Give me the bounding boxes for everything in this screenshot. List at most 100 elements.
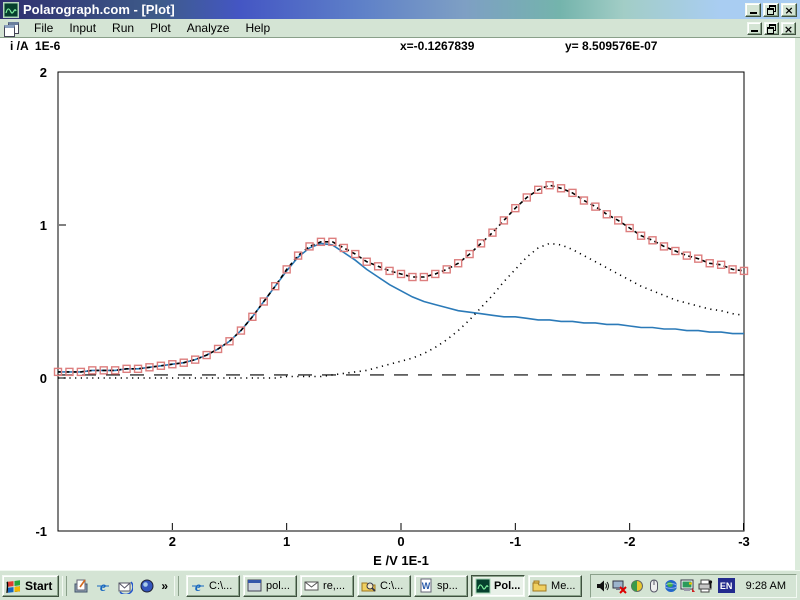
polarograph-icon [475,578,491,594]
quick-launch-media-player[interactable] [138,577,156,595]
tray-volume[interactable] [595,578,612,594]
display-icon [680,578,696,594]
outlook-express-icon [117,578,133,594]
window-edge [795,38,800,570]
svg-text:e: e [100,580,106,594]
child-minimize-button[interactable] [747,22,762,35]
menu-item-analyze[interactable]: Analyze [179,19,238,37]
task-button-label: re,... [323,580,345,592]
series-fit-total [58,185,744,372]
quick-launch-bar: e [70,577,158,595]
window-icon [247,578,263,594]
folder-icon [532,578,548,594]
task-button-6[interactable]: Pol... [471,575,525,597]
quick-launch-internet-explorer[interactable]: e [94,577,112,595]
y-tick-label: 2 [40,65,47,80]
show-desktop-icon [73,578,89,594]
task-button-5[interactable]: Wsp... [414,575,468,597]
start-label: Start [25,579,52,593]
task-buttons: e C:\... pol... re,... C:\... Wsp... Pol... Me.… [186,575,582,597]
series-component-peak-2 [58,243,744,378]
mail-icon [304,578,320,594]
restore-button[interactable] [763,3,779,17]
child-window-controls: × [747,22,800,35]
media-player-icon [139,578,155,594]
window-title: Polarograph.com - [Plot] [23,0,175,19]
window-controls: × [745,3,800,17]
menu-item-help[interactable]: Help [237,19,278,37]
volume-icon [595,578,611,594]
ball-icon [629,578,645,594]
x-tick-label: 1 [283,534,290,549]
task-button-label: Me... [551,580,575,592]
internet-explorer-icon: e [190,578,206,594]
plot-client-area: i /A 1E-6 x=-0.1267839 y= 8.509576E-07 2… [0,38,800,570]
tray-printer[interactable] [697,578,714,594]
document-window-icon[interactable] [4,22,18,34]
application-window: Polarograph.com - [Plot] × FileInputRunP… [0,0,800,600]
x-axis-ticks: 210-1-2-3 [169,523,750,549]
x-tick-label: -1 [510,534,522,549]
taskbar: Start e » e C:\... pol... re,... C:\... Wsp..… [0,570,800,600]
title-bar: Polarograph.com - [Plot] × [0,0,800,19]
restore-icon [767,24,776,33]
task-button-4[interactable]: C:\... [357,575,411,597]
task-button-7[interactable]: Me... [528,575,582,597]
language-indicator[interactable]: EN [718,578,735,593]
x-axis-title: E /V 1E-1 [373,553,429,568]
folder-icon [532,578,548,594]
internet-explorer-icon: e [95,578,111,594]
printer-icon [697,578,713,594]
task-button-2[interactable]: pol... [243,575,297,597]
minimize-button[interactable] [745,3,761,17]
minimize-icon [751,30,758,32]
menu-item-plot[interactable]: Plot [142,19,179,37]
quick-launch-outlook-express[interactable] [116,577,134,595]
svg-text:W: W [422,581,431,591]
task-button-label: C:\... [209,580,232,592]
taskbar-divider[interactable] [62,576,67,596]
menu-item-run[interactable]: Run [104,19,142,37]
globe-icon [663,578,679,594]
minimize-icon [750,12,757,14]
tray-mouse[interactable] [646,578,663,594]
mail-icon [304,578,320,594]
windows-logo-icon [6,579,22,593]
close-icon: × [784,23,793,36]
tray-network-error[interactable] [612,578,629,594]
task-button-1[interactable]: e C:\... [186,575,240,597]
tray-icons [595,578,714,594]
tray-globe[interactable] [663,578,680,594]
tray-display[interactable] [680,578,697,594]
taskbar-divider[interactable] [174,576,179,596]
menu-item-file[interactable]: File [26,19,61,37]
task-button-label: C:\... [380,580,403,592]
window-icon [247,578,263,594]
overflow-chevron[interactable]: » [158,579,171,593]
word-document-icon: W [418,578,434,594]
task-button-label: Pol... [494,580,520,592]
tray-ball[interactable] [629,578,646,594]
axis-box [58,72,744,531]
child-close-button[interactable]: × [781,22,796,35]
data-point-marker [649,237,656,244]
task-button-3[interactable]: re,... [300,575,354,597]
quick-launch-show-desktop[interactable] [72,577,90,595]
series-component-peak-1 [58,243,744,372]
polarograph-app-icon[interactable] [3,2,19,18]
y-tick-label: 0 [40,371,47,386]
data-point-marker [443,266,450,273]
child-restore-button[interactable] [764,22,779,35]
series-measured-points [55,182,748,376]
search-folder-icon [361,578,377,594]
task-button-label: sp... [437,580,458,592]
x-tick-label: -2 [624,534,636,549]
close-button[interactable]: × [781,3,797,17]
internet-explorer-icon: e [190,578,206,594]
taskbar-clock[interactable]: 9:28 AM [746,580,786,592]
svg-text:e: e [195,580,201,594]
start-button[interactable]: Start [2,575,59,597]
close-icon: × [784,4,793,17]
plot-canvas[interactable]: 210-1-2-3210-1E /V 1E-1 [0,38,800,570]
menu-item-input[interactable]: Input [61,19,104,37]
